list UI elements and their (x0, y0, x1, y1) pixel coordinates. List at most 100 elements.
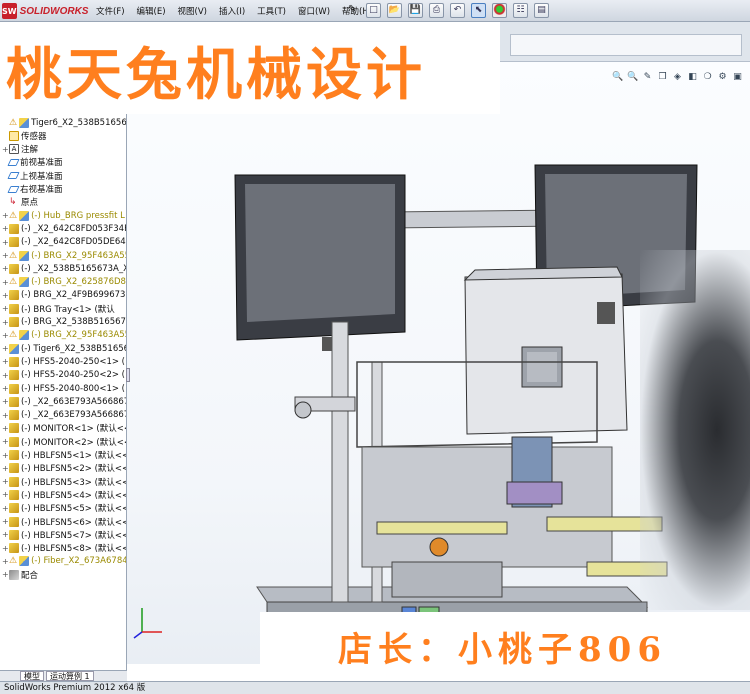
tree-item[interactable]: + A 注解 (2, 143, 38, 156)
asm-icon (9, 343, 19, 354)
column-left (331, 321, 349, 603)
undo-icon[interactable]: ↶ (450, 3, 465, 18)
expand-toggle-icon[interactable]: + (2, 397, 9, 406)
tree-item[interactable]: + (-) MONITOR<2> (默认<< (2, 435, 126, 448)
expand-toggle-icon[interactable]: + (2, 530, 9, 539)
tree-item[interactable]: + (-) MONITOR<1> (默认<< (2, 422, 126, 435)
tree-item[interactable]: + ⚠ (-) Fiber_X2_673A6784 (2, 555, 126, 568)
tree-item[interactable]: + ⚠ (-) BRG_X2_95F463A55 (2, 329, 126, 342)
tree-item[interactable]: + (-) HFS5-2040-800<1> ( (2, 382, 125, 395)
tree-item[interactable]: + (-) _X2_642C8FD053F34F/ (2, 222, 126, 235)
expand-toggle-icon[interactable]: + (2, 437, 9, 446)
tree-item[interactable]: + (-) _X2_538B5165673A_X (2, 262, 127, 275)
tree-item-label: (-) _X2_538B5165673A_X (21, 263, 127, 274)
panel-splitter[interactable] (126, 368, 130, 382)
expand-toggle-icon[interactable]: + (2, 477, 9, 486)
tree-item[interactable]: 传感器 (2, 129, 47, 142)
expand-toggle-icon[interactable]: + (2, 451, 9, 460)
tree-item[interactable]: ↳ 原点 (2, 196, 38, 209)
tree-root[interactable]: ⚠ Tiger6_X2_538B5165673A (2, 116, 126, 129)
expand-toggle-icon[interactable]: + (2, 557, 9, 566)
appearance-icon[interactable]: ⚙ (717, 72, 728, 83)
tab-model[interactable]: 模型 (20, 671, 44, 681)
tree-item[interactable]: + (-) HBLFSN5<8> (默认<< (2, 542, 126, 555)
expand-toggle-icon[interactable]: + (2, 490, 9, 499)
expand-toggle-icon[interactable]: + (2, 517, 9, 526)
tree-item[interactable]: + (-) HFS5-2040-250<2> ( (2, 369, 125, 382)
save-icon[interactable]: 💾 (408, 3, 423, 18)
warning-icon: ⚠ (9, 277, 18, 288)
hide-show-icon[interactable]: ❍ (702, 72, 713, 83)
tree-item[interactable]: + (-) _X2_642C8FD05DE64F (2, 236, 126, 249)
expand-toggle-icon[interactable]: + (2, 424, 9, 433)
tree-item[interactable]: + (-) BRG_X2_4F9B6996731 (2, 289, 126, 302)
expand-toggle-icon[interactable]: + (2, 278, 9, 287)
expand-toggle-icon[interactable]: + (2, 304, 9, 313)
zoom-fit-icon[interactable]: 🔍 (612, 72, 623, 83)
expand-toggle-icon[interactable]: + (2, 464, 9, 473)
tree-item[interactable]: + (-) HBLFSN5<4> (默认<< (2, 488, 126, 501)
section-view-icon[interactable]: ❒ (657, 72, 668, 83)
expand-toggle-icon[interactable]: + (2, 318, 9, 327)
tree-item[interactable]: + (-) HBLFSN5<2> (默认<< (2, 462, 126, 475)
menu-insert[interactable]: 插入(I) (219, 5, 245, 17)
menu-tools[interactable]: 工具(T) (257, 5, 286, 17)
tree-item[interactable]: + (-) BRG_X2_538B5165673 (2, 316, 126, 329)
expand-toggle-icon[interactable]: + (2, 264, 9, 273)
menu-window[interactable]: 窗口(W) (298, 5, 330, 17)
expand-toggle-icon[interactable]: + (2, 504, 9, 513)
print-icon[interactable]: ⎙ (429, 3, 444, 18)
expand-toggle-icon[interactable]: + (2, 344, 9, 353)
tree-item[interactable]: + (-) HBLFSN5<7> (默认<< (2, 528, 127, 541)
view-orientation-icon[interactable]: ◈ (672, 72, 683, 83)
tree-item-label: (-) HBLFSN5<7> (默认<< (21, 530, 127, 541)
expand-toggle-icon[interactable]: + (2, 224, 9, 233)
expand-toggle-icon[interactable]: + (2, 357, 9, 366)
tree-item[interactable]: + (-) HBLFSN5<1> (默认<< (2, 449, 126, 462)
tree-item[interactable]: + (-) HBLFSN5<5> (默认<< (2, 502, 126, 515)
expand-toggle-icon[interactable]: + (2, 291, 9, 300)
tree-item[interactable]: + ⚠ (-) BRG_X2_95F463A55 (2, 249, 126, 262)
tree-item[interactable]: + (-) HBLFSN5<3> (默认<< (2, 475, 126, 488)
open-icon[interactable]: 📂 (387, 3, 402, 18)
menu-edit[interactable]: 编辑(E) (137, 5, 166, 17)
tree-item[interactable]: 前视基准面 (2, 156, 63, 169)
display-style-icon[interactable]: ◧ (687, 72, 698, 83)
expand-toggle-icon[interactable]: + (2, 211, 9, 220)
options-icon[interactable]: ☷ (513, 3, 528, 18)
zoom-area-icon[interactable]: 🔍 (627, 72, 638, 83)
traffic-light-icon[interactable] (492, 3, 507, 18)
expand-toggle-icon[interactable]: + (2, 371, 9, 380)
part-icon (9, 410, 19, 421)
menu-view[interactable]: 视图(V) (178, 5, 207, 17)
tree-item[interactable]: 上视基准面 (2, 169, 63, 182)
tree-item[interactable]: + ⚠ (-) BRG_X2_625876D8 (2, 276, 126, 289)
customize-icon[interactable]: ▤ (534, 3, 549, 18)
expand-toggle-icon[interactable]: + (2, 145, 9, 154)
expand-toggle-icon[interactable]: + (2, 544, 9, 553)
tree-item[interactable]: 右视基准面 (2, 183, 63, 196)
sensor-icon (9, 130, 19, 141)
select-icon[interactable]: ⬉ (471, 3, 486, 18)
tree-item[interactable]: + (-) _X2_663E793A566867 (2, 409, 126, 422)
expand-toggle-icon[interactable]: + (2, 384, 9, 393)
tree-item[interactable]: + 配合 (2, 568, 38, 581)
tree-item[interactable]: + (-) Tiger6_X2_538B51656 (2, 342, 126, 355)
tree-item[interactable]: + (-) HFS5-2040-250<1> ( (2, 355, 125, 368)
expand-toggle-icon[interactable]: + (2, 238, 9, 247)
menu-file[interactable]: 文件(F) (96, 5, 125, 17)
expand-toggle-icon[interactable]: + (2, 331, 9, 340)
tree-item[interactable]: + (-) _X2_663E793A566867 (2, 395, 126, 408)
tab-motion-study[interactable]: 运动算例 1 (46, 671, 94, 681)
shop-watermark-panel: 店长：小桃子806 (260, 612, 750, 670)
pin-icon[interactable]: ✎ (348, 4, 356, 15)
expand-toggle-icon[interactable]: + (2, 570, 9, 579)
new-icon[interactable]: □ (366, 3, 381, 18)
expand-toggle-icon[interactable]: + (2, 411, 9, 420)
expand-toggle-icon[interactable]: + (2, 251, 9, 260)
previous-view-icon[interactable]: ✎ (642, 72, 653, 83)
tree-item[interactable]: + ⚠ (-) Hub_BRG pressfit L (2, 209, 125, 222)
scene-icon[interactable]: ▣ (732, 72, 743, 83)
tree-item[interactable]: + (-) BRG Tray<1> (默认 (2, 302, 115, 315)
tree-item[interactable]: + (-) HBLFSN5<6> (默认<< (2, 515, 126, 528)
